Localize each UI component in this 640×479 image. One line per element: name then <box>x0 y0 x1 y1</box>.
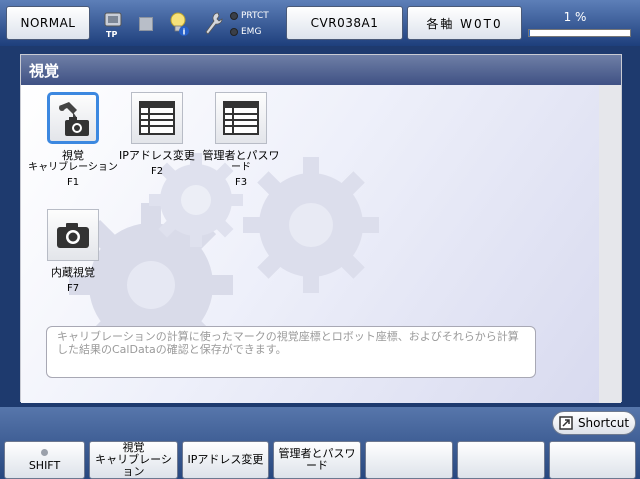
axis-label: 各軸 W0T0 <box>426 16 503 31</box>
window-title: 視覚 <box>21 55 621 85</box>
teach-pendant-icon: TP <box>103 10 123 40</box>
fkey-4[interactable] <box>365 441 453 479</box>
scrollbar-area[interactable] <box>599 85 621 403</box>
lightbulb-info-icon[interactable]: i <box>168 10 190 38</box>
fkey-2-line1: IPアドレス変更 <box>187 453 264 466</box>
program-label: CVR038A1 <box>310 16 379 30</box>
tp-label: TP <box>106 30 118 39</box>
fkey-3[interactable]: 管理者とパスワ ード <box>273 441 361 479</box>
mode-label: NORMAL <box>20 16 76 30</box>
emg-indicator: EMG <box>230 27 261 37</box>
internal-vision-key: F7 <box>66 283 80 294</box>
stop-status-icon <box>139 17 153 31</box>
axis-button[interactable]: 各軸 W0T0 <box>407 6 522 40</box>
description-box: キャリブレーションの計算に使ったマークの視覚座標とロボット座標、およびそれらから… <box>46 326 536 378</box>
override-bar-fill <box>529 30 530 36</box>
admin-password-key: F3 <box>234 177 248 188</box>
shortcut-icon <box>559 416 573 430</box>
robot-camera-icon <box>59 102 89 136</box>
fkey-2[interactable]: IPアドレス変更 <box>182 441 269 479</box>
ip-address-tile[interactable] <box>131 92 183 144</box>
internal-vision-tile[interactable] <box>47 209 99 261</box>
fkey-6[interactable] <box>549 441 636 479</box>
admin-password-label: 管理者とパスワ <box>202 149 280 162</box>
camera-icon <box>57 223 89 248</box>
wrench-icon[interactable] <box>202 10 224 38</box>
shortcut-button[interactable]: Shortcut <box>552 411 636 435</box>
shift-key[interactable]: SHIFT <box>4 441 85 479</box>
shift-led-icon <box>41 448 48 456</box>
menu-item-admin-password[interactable]: 管理者とパスワ ード F3 <box>191 92 291 188</box>
internal-vision-label: 内蔵視覚 <box>51 266 95 279</box>
emg-led-icon <box>230 28 238 36</box>
fkey-1-line2: キャリブレーション <box>95 453 172 478</box>
prtct-indicator: PRTCT <box>230 11 269 21</box>
emg-label: EMG <box>241 27 262 37</box>
override-value: 1 % <box>563 10 587 24</box>
table-icon <box>223 101 259 135</box>
prtct-led-icon <box>230 12 238 20</box>
fkey-3-line2: ード <box>306 459 328 472</box>
svg-text:i: i <box>183 28 186 37</box>
admin-password-sublabel: ード <box>231 162 251 173</box>
menu-canvas: 視覚 キャリブレーション F1 IPアドレス変更 F2 管理者とパスワ ード F… <box>21 85 601 403</box>
override-bar[interactable] <box>528 29 631 37</box>
admin-password-tile[interactable] <box>215 92 267 144</box>
function-key-bar: Shortcut SHIFT 視覚 キャリブレーション IPアドレス変更 管理者… <box>0 407 640 479</box>
status-bar: NORMAL TP i PRTCT EMG CVR038A1 各軸 W0T0 1… <box>0 0 640 46</box>
program-button[interactable]: CVR038A1 <box>286 6 403 40</box>
menu-item-internal-vision[interactable]: 内蔵視覚 F7 <box>23 209 123 294</box>
vision-window: 視覚 視覚 キャリブレーション F1 IPアドレス変更 F2 管理者とパスワ ー… <box>20 54 622 403</box>
mode-button[interactable]: NORMAL <box>6 6 90 40</box>
fkey-0-line1: SHIFT <box>28 458 61 472</box>
fkey-1[interactable]: 視覚 キャリブレーション <box>89 441 178 479</box>
fkey-5[interactable] <box>457 441 545 479</box>
table-icon <box>139 101 175 135</box>
prtct-label: PRTCT <box>241 11 269 21</box>
shortcut-label: Shortcut <box>577 416 630 430</box>
calibration-key: F1 <box>66 177 80 188</box>
calibration-tile[interactable] <box>47 92 99 144</box>
